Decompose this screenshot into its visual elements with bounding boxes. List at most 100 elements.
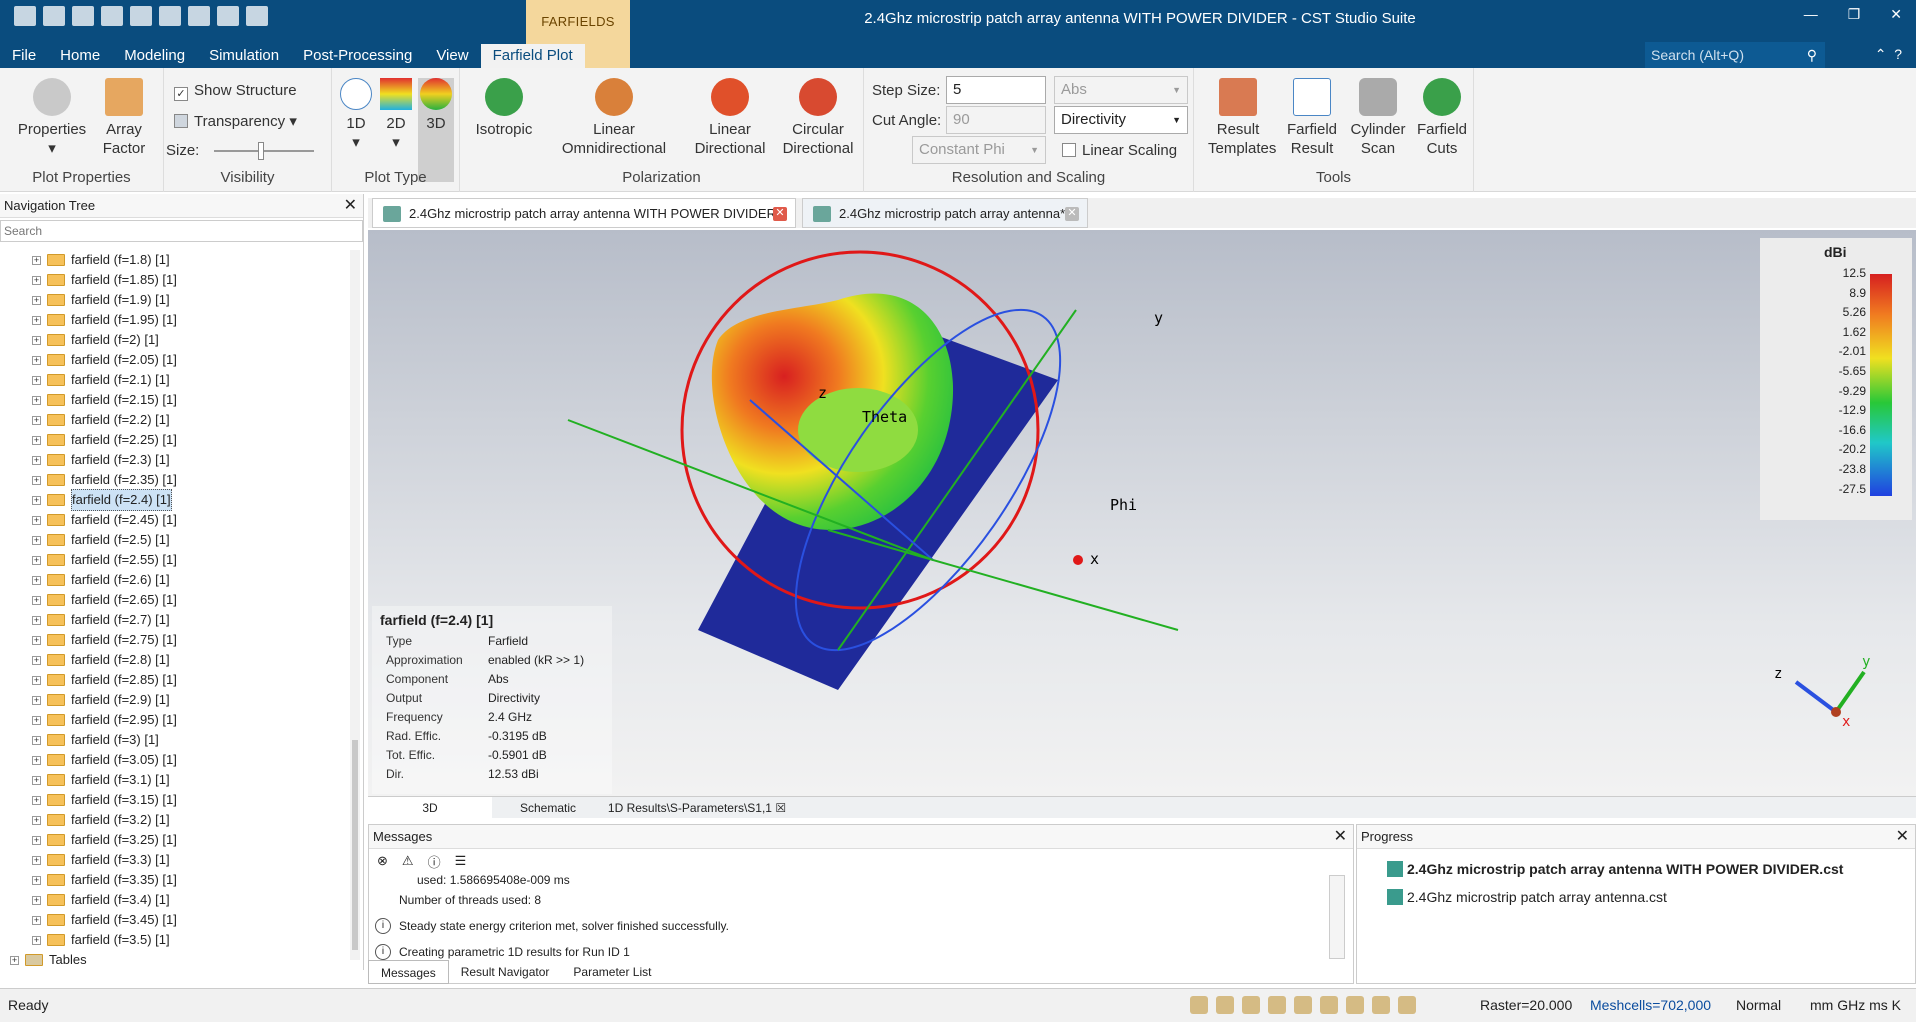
expand-icon[interactable]: + [32,775,41,785]
tree-item[interactable]: + farfield (f=2.1) [1] [0,370,348,390]
expand-icon[interactable]: + [32,355,41,365]
tree-item[interactable]: + farfield (f=2.35) [1] [0,470,348,490]
menu-modeling[interactable]: Modeling [112,44,197,68]
tree-item[interactable]: + farfield (f=2.2) [1] [0,410,348,430]
expand-icon[interactable]: + [32,335,41,345]
tree-item[interactable]: + farfield (f=2.05) [1] [0,350,348,370]
result-templates-button[interactable]: Result Templates [1208,78,1276,158]
progress-item[interactable]: 2.4Ghz microstrip patch array antenna.cs… [1387,883,1915,911]
expand-icon[interactable]: + [32,595,41,605]
menu-farfield-plot[interactable]: Farfield Plot [480,44,585,68]
tab-parameter-list[interactable]: Parameter List [561,960,663,984]
close-icon[interactable]: ✕ [1334,825,1347,849]
tree-item[interactable]: + farfield (f=2.6) [1] [0,570,348,590]
abs-dropdown[interactable]: Abs ▼ [1054,76,1188,104]
expand-icon[interactable]: + [32,835,41,845]
linear-directional-button[interactable]: Linear Directional [688,78,772,158]
expand-icon[interactable]: + [32,715,41,725]
tree-item[interactable]: + farfield (f=2) [1] [0,330,348,350]
rotate-icon[interactable] [1242,996,1260,1014]
tab-messages[interactable]: Messages [368,960,449,984]
tree-item[interactable]: + farfield (f=3.3) [1] [0,850,348,870]
menu-home[interactable]: Home [48,44,112,68]
tree-item[interactable]: + farfield (f=3.4) [1] [0,890,348,910]
error-filter-icon[interactable]: ⊗ [377,853,388,869]
plot-3d-button[interactable]: 3D [418,78,454,182]
close-icon[interactable]: ✕ [773,207,787,221]
expand-icon[interactable]: + [32,275,41,285]
tree-item[interactable]: + farfield (f=2.25) [1] [0,430,348,450]
tree-item[interactable]: + farfield (f=2.8) [1] [0,650,348,670]
tree-scrollbar[interactable] [350,250,360,960]
tree-item[interactable]: + farfield (f=1.95) [1] [0,310,348,330]
expand-icon[interactable]: + [32,515,41,525]
tree-item[interactable]: + farfield (f=3.15) [1] [0,790,348,810]
tree-search-input[interactable]: Search [0,220,363,242]
minimize-icon[interactable]: — [1804,6,1818,23]
expand-icon[interactable]: + [32,895,41,905]
tree-item[interactable]: + farfield (f=2.65) [1] [0,590,348,610]
tree-item[interactable]: + farfield (f=2.7) [1] [0,610,348,630]
cylinder-scan-button[interactable]: Cylinder Scan [1350,78,1406,158]
expand-icon[interactable]: + [32,695,41,705]
tree-item[interactable]: + farfield (f=2.55) [1] [0,550,348,570]
cut-angle-field[interactable]: 90 [946,106,1046,134]
expand-icon[interactable]: + [32,615,41,625]
expand-icon[interactable]: + [32,535,41,545]
expand-icon[interactable]: + [32,255,41,265]
expand-icon[interactable]: + [32,635,41,645]
new-doc-icon[interactable] [246,6,268,26]
circular-directional-button[interactable]: Circular Directional [776,78,860,158]
expand-icon[interactable]: + [32,375,41,385]
size-slider-thumb[interactable] [258,142,264,160]
tab-result-navigator[interactable]: Result Navigator [449,960,562,984]
constant-phi-dropdown[interactable]: Constant Phi ▼ [912,136,1046,164]
expand-icon[interactable]: + [32,915,41,925]
expand-icon[interactable]: + [32,315,41,325]
tree-item[interactable]: + farfield (f=2.9) [1] [0,690,348,710]
save-icon[interactable] [43,6,65,26]
view-cube-icon[interactable] [1372,996,1390,1014]
expand-icon[interactable]: + [32,655,41,665]
tree-item[interactable]: + farfield (f=3.35) [1] [0,870,348,890]
tree-item[interactable]: + farfield (f=3) [1] [0,730,348,750]
redo-icon[interactable] [159,6,181,26]
reset-view-icon[interactable] [1294,996,1312,1014]
tree-item[interactable]: + farfield (f=2.85) [1] [0,670,348,690]
menu-simulation[interactable]: Simulation [197,44,291,68]
close-icon[interactable]: ✕ [1890,6,1902,23]
expand-icon[interactable]: + [32,935,41,945]
array-factor-button[interactable]: Array Factor [96,78,152,158]
zoom-icon[interactable] [1190,996,1208,1014]
tree-item[interactable]: + farfield (f=1.85) [1] [0,270,348,290]
doc-tab-power-divider[interactable]: 2.4Ghz microstrip patch array antenna WI… [372,198,796,228]
expand-icon[interactable]: + [32,855,41,865]
tree-item[interactable]: + farfield (f=2.95) [1] [0,710,348,730]
tree-item[interactable]: + farfield (f=2.15) [1] [0,390,348,410]
expand-icon[interactable]: + [32,475,41,485]
measure-icon[interactable] [1346,996,1364,1014]
expand-icon[interactable]: + [32,295,41,305]
menu-post-processing[interactable]: Post-Processing [291,44,424,68]
expand-icon[interactable]: + [32,735,41,745]
expand-icon[interactable]: + [32,875,41,885]
expand-icon[interactable]: + [32,755,41,765]
expand-icon[interactable]: + [32,675,41,685]
directivity-dropdown[interactable]: Directivity ▼ [1054,106,1188,134]
tree-item[interactable]: + farfield (f=2.3) [1] [0,450,348,470]
linear-scaling-checkbox[interactable]: Linear Scaling [1062,142,1177,159]
pan-icon[interactable] [1216,996,1234,1014]
scrollbar-thumb[interactable] [352,740,358,950]
expand-icon[interactable]: + [32,455,41,465]
expand-icon[interactable]: + [32,495,41,505]
open-icon[interactable] [14,6,36,26]
progress-item[interactable]: 2.4Ghz microstrip patch array antenna WI… [1387,855,1915,883]
farfield-cuts-button[interactable]: Farfield Cuts [1414,78,1470,158]
tree-item[interactable]: + farfield (f=3.2) [1] [0,810,348,830]
tree-item[interactable]: + farfield (f=3.1) [1] [0,770,348,790]
tree-item-tables[interactable]: + Tables [0,950,348,970]
tree-item[interactable]: + farfield (f=2.75) [1] [0,630,348,650]
tree-item[interactable]: + farfield (f=3.25) [1] [0,830,348,850]
tree-item[interactable]: + farfield (f=3.45) [1] [0,910,348,930]
tree-item[interactable]: + farfield (f=1.9) [1] [0,290,348,310]
